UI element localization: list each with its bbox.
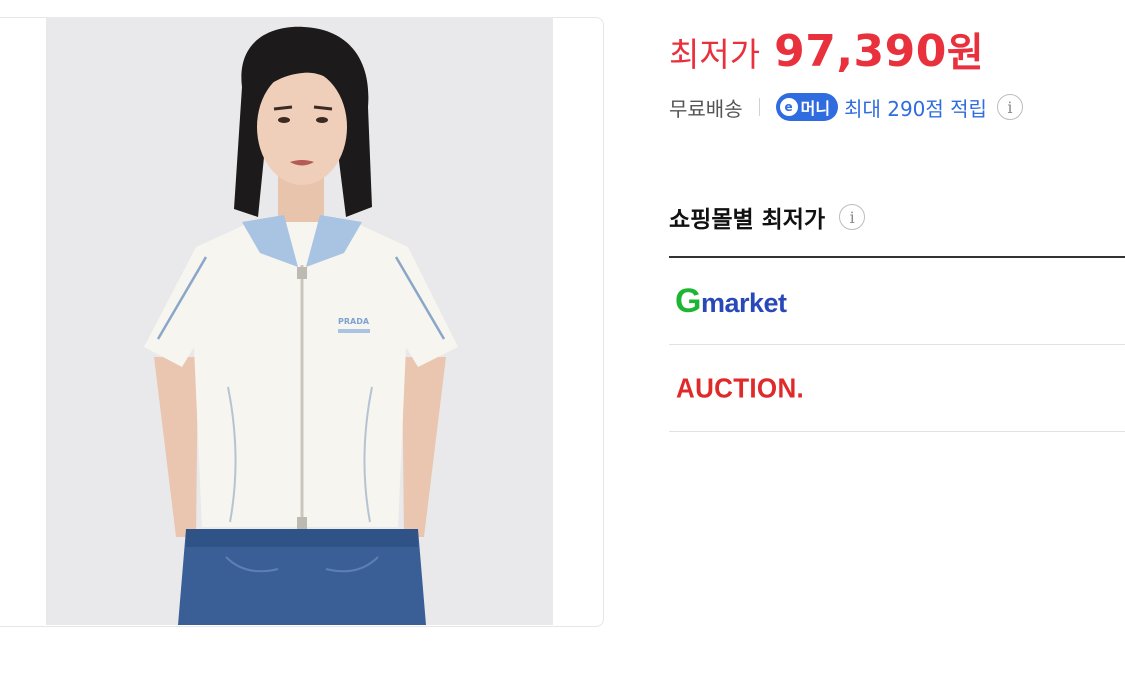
lowest-price: 최저가 97,390원	[669, 20, 984, 78]
gmarket-logo[interactable]: Gmarket	[675, 282, 787, 321]
product-image[interactable]: PRADA	[46, 17, 553, 625]
info-icon[interactable]: i	[839, 204, 866, 230]
store-row-gmarket[interactable]: Gmarket	[669, 258, 1125, 345]
price-value: 97,390	[774, 26, 947, 77]
benefit-divider	[758, 98, 760, 116]
reward-points-text: 최대 290점 적립	[844, 96, 987, 121]
emoney-badge: e 머니	[775, 93, 839, 121]
product-photo-illustration: PRADA	[46, 17, 553, 625]
free-shipping-text: 무료배송	[669, 96, 743, 121]
auction-logo[interactable]: AUCTION.	[676, 372, 804, 405]
price-unit: 원	[946, 30, 984, 76]
svg-text:PRADA: PRADA	[338, 317, 370, 326]
gmarket-logo-g: G	[675, 281, 701, 320]
benefit-row: 무료배송 e 머니 최대 290점 적립 i	[669, 91, 1023, 123]
price-label: 최저가	[669, 35, 761, 74]
store-list: Gmarket AUCTION.	[669, 256, 1125, 432]
store-row-auction[interactable]: AUCTION.	[669, 345, 1125, 432]
info-icon[interactable]: i	[996, 94, 1023, 120]
gmarket-logo-text: market	[700, 287, 787, 318]
emoney-icon: e	[779, 98, 798, 116]
store-section-header: 쇼핑몰별 최저가 i	[669, 200, 866, 234]
section-title: 쇼핑몰별 최저가	[669, 207, 826, 233]
emoney-badge-label: 머니	[800, 99, 831, 118]
